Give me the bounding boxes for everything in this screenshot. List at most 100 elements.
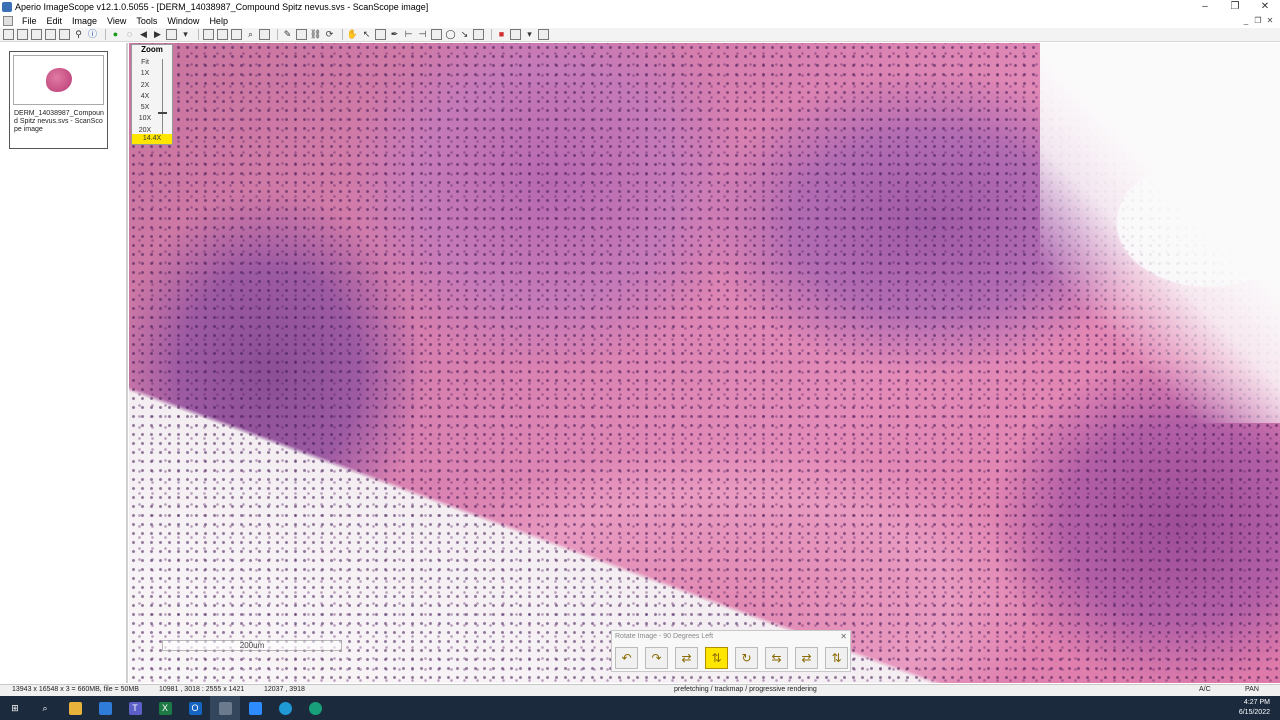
menu-file[interactable]: File	[17, 16, 42, 26]
arrow-annotation-icon[interactable]: ↘	[459, 29, 470, 40]
zoom-title: Zoom	[141, 45, 163, 54]
restore-icon[interactable]: ❐	[1220, 0, 1250, 14]
zoom-level-5x[interactable]: 5X	[137, 102, 153, 113]
taskbar-defender[interactable]	[90, 696, 120, 720]
link-icon[interactable]: ⛓	[310, 29, 321, 40]
mirror-left-icon: ⇆	[771, 651, 782, 665]
thumbnail-panel: DERM_14038987_Compound Spitz nevus.svs -…	[0, 43, 128, 683]
select-region-icon[interactable]	[166, 29, 177, 40]
taskbar-teams[interactable]: T	[120, 696, 150, 720]
taskbar-edge[interactable]	[270, 696, 300, 720]
excel-icon: X	[158, 701, 172, 715]
grid-icon[interactable]	[217, 29, 228, 40]
save-icon[interactable]	[59, 29, 70, 40]
rotate-button-0[interactable]: ↶	[615, 647, 638, 669]
rotate-button-2[interactable]: ⇄	[675, 647, 698, 669]
compare-icon[interactable]	[296, 29, 307, 40]
taskbar-explorer[interactable]	[60, 696, 90, 720]
rotate-toolbar-caption: Rotate Image - 90 Degrees Left	[615, 633, 714, 640]
start-button[interactable]: ⊞	[0, 696, 30, 720]
document-icon[interactable]	[3, 16, 13, 26]
pin-icon[interactable]: ⚲	[73, 29, 84, 40]
layout-icon[interactable]	[203, 29, 214, 40]
zoom-level-1x[interactable]: 1X	[137, 68, 153, 79]
doc-minimize-icon[interactable]: _	[1240, 14, 1252, 28]
magnifier-icon[interactable]: ⌕	[245, 29, 256, 40]
rotate-button-3[interactable]: ⇅	[705, 647, 728, 669]
zoom-region-icon[interactable]	[375, 29, 386, 40]
rotate-button-6[interactable]: ⇄	[795, 647, 818, 669]
taskbar-imagescope[interactable]	[210, 696, 240, 720]
dropdown-arrow-icon[interactable]: ▾	[180, 29, 191, 40]
image-viewer[interactable]	[129, 43, 1280, 683]
zoom-slider-handle[interactable]	[158, 112, 167, 114]
color-adjust-icon[interactable]: ■	[496, 29, 507, 40]
measure-icon[interactable]: ⊣	[417, 29, 428, 40]
status-view-info: 10981 , 3018 : 2555 x 1421	[159, 686, 245, 693]
back-icon[interactable]: ◀	[138, 29, 149, 40]
rotate-button-4[interactable]: ↻	[735, 647, 758, 669]
clock[interactable]: 4:27 PM 6/15/2022	[1239, 698, 1270, 718]
print-icon[interactable]	[45, 29, 56, 40]
doc-restore-icon[interactable]: ❐	[1252, 14, 1264, 28]
ellipse-icon[interactable]: ◯	[445, 29, 456, 40]
tile-icon[interactable]	[231, 29, 242, 40]
open-folder-icon[interactable]	[17, 29, 28, 40]
rotate-toolbar-close-icon[interactable]: ✕	[840, 632, 847, 641]
sync-icon[interactable]: ⟳	[324, 29, 335, 40]
close-icon[interactable]: ✕	[1250, 0, 1280, 14]
slide-thumbnail[interactable]: DERM_14038987_Compound Spitz nevus.svs -…	[9, 51, 108, 149]
zoom-level-fit[interactable]: Fit	[137, 57, 153, 68]
hand-pan-icon[interactable]: ✋	[347, 29, 358, 40]
minimize-icon[interactable]: –	[1190, 0, 1220, 14]
dropdown-arrow-icon[interactable]: ▾	[524, 29, 535, 40]
status-image-info: 13943 x 16548 x 3 = 660MB, file = 50MB	[12, 686, 139, 693]
taskbar-edge-2[interactable]	[300, 696, 330, 720]
annotations-list-icon[interactable]	[473, 29, 484, 40]
export-icon[interactable]	[259, 29, 270, 40]
menu-edit[interactable]: Edit	[42, 16, 68, 26]
toolbar-separator	[198, 29, 199, 40]
rotate-button-7[interactable]: ⇅	[825, 647, 848, 669]
mirror-right-icon: ⇄	[801, 651, 812, 665]
rotate-button-1[interactable]: ↷	[645, 647, 668, 669]
flip-horizontal-icon: ⇄	[681, 651, 692, 665]
edge-icon	[308, 701, 322, 715]
go-icon[interactable]: ●	[110, 29, 121, 40]
pen-annotation-icon[interactable]: ✒	[389, 29, 400, 40]
menu-help[interactable]: Help	[204, 16, 233, 26]
status-message: prefetching / trackmap / progressive ren…	[674, 686, 817, 693]
menu-image[interactable]: Image	[67, 16, 102, 26]
rotate-buttons: ↶ ↷ ⇄ ⇅ ↻ ⇆ ⇄ ⇅	[615, 647, 855, 669]
info-icon[interactable]: ⓘ	[87, 29, 98, 40]
toolbar-separator	[105, 29, 106, 40]
status-mode: PAN	[1245, 686, 1259, 693]
taskbar-excel[interactable]: X	[150, 696, 180, 720]
forward-icon[interactable]: ▶	[152, 29, 163, 40]
new-icon[interactable]	[3, 29, 14, 40]
status-bar: 13943 x 16548 x 3 = 660MB, file = 50MB 1…	[0, 684, 1280, 696]
search-button[interactable]: ⌕	[30, 696, 60, 720]
image-adjust-icon[interactable]	[510, 29, 521, 40]
doc-close-icon[interactable]: ✕	[1264, 14, 1276, 28]
help-icon[interactable]	[538, 29, 549, 40]
zoom-level-10x[interactable]: 10X	[137, 113, 153, 124]
zoom-level-2x[interactable]: 2X	[137, 80, 153, 91]
zoom-level-4x[interactable]: 4X	[137, 91, 153, 102]
camera-icon[interactable]	[31, 29, 42, 40]
menu-window[interactable]: Window	[162, 16, 204, 26]
taskbar-outlook[interactable]: O	[180, 696, 210, 720]
pen-icon[interactable]: ✎	[282, 29, 293, 40]
zoom-current-level: 14.4X	[132, 134, 172, 144]
zoom-levels: Fit 1X 2X 4X 5X 10X 20X	[137, 57, 153, 136]
menu-tools[interactable]: Tools	[131, 16, 162, 26]
thumbnail-label: DERM_14038987_Compound Spitz nevus.svs -…	[14, 110, 104, 133]
stop-icon[interactable]: ◌	[124, 29, 135, 40]
menu-view[interactable]: View	[102, 16, 131, 26]
pointer-icon[interactable]: ↖	[361, 29, 372, 40]
zoom-slider-track[interactable]	[162, 59, 163, 134]
ruler-icon[interactable]: ⊢	[403, 29, 414, 40]
taskbar-zoom[interactable]	[240, 696, 270, 720]
rectangle-icon[interactable]	[431, 29, 442, 40]
rotate-button-5[interactable]: ⇆	[765, 647, 788, 669]
